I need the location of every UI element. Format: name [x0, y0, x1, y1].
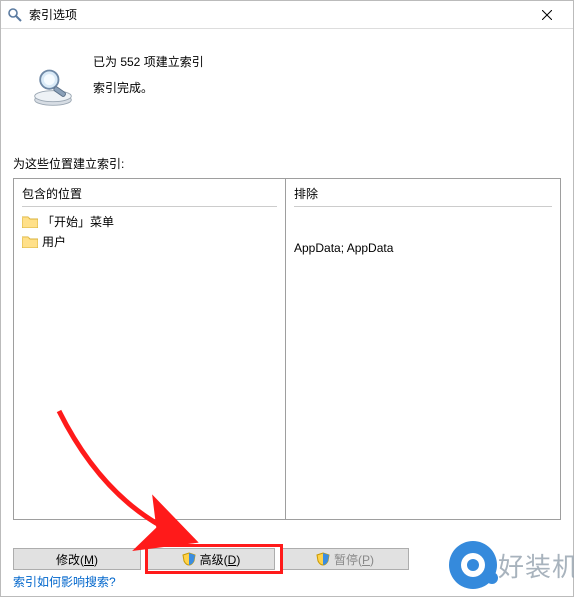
button-row: 修改(M) 高级(D) 暂停(P): [13, 548, 561, 570]
location-label: 用户: [42, 233, 66, 250]
shield-icon: [182, 552, 196, 566]
list-item[interactable]: 用户: [22, 231, 277, 251]
button-label: 暂停(P): [334, 551, 374, 568]
status-row: 已为 552 项建立索引 索引完成。: [13, 39, 561, 117]
modify-button[interactable]: 修改(M): [13, 548, 141, 570]
status-line-count: 已为 552 项建立索引: [93, 49, 204, 75]
close-icon: [542, 10, 552, 20]
folder-icon: [22, 215, 38, 228]
list-item[interactable]: 「开始」菜单: [22, 211, 277, 231]
window-icon: [7, 7, 23, 23]
exclude-values: AppData; AppData: [294, 211, 552, 255]
title-bar: 索引选项: [1, 1, 573, 29]
advanced-button[interactable]: 高级(D): [147, 548, 275, 570]
locations-section-label: 为这些位置建立索引:: [13, 155, 561, 172]
status-text: 已为 552 项建立索引 索引完成。: [93, 39, 204, 102]
included-locations-column: 包含的位置 「开始」菜单: [14, 179, 286, 519]
locations-list: 包含的位置 「开始」菜单: [13, 178, 561, 520]
folder-icon: [22, 235, 38, 248]
exclude-column: 排除 AppData; AppData: [286, 179, 560, 519]
window-title: 索引选项: [29, 6, 527, 23]
button-label: 修改(M): [56, 551, 98, 568]
indexing-options-window: 索引选项 已为 552 项建立索引 索引完成。: [0, 0, 574, 597]
button-label: 高级(D): [200, 551, 241, 568]
status-line-done: 索引完成。: [93, 75, 204, 101]
shield-icon: [316, 552, 330, 566]
index-status-icon: [13, 39, 93, 117]
exclude-header: 排除: [294, 183, 552, 207]
location-label: 「开始」菜单: [42, 213, 114, 230]
close-button[interactable]: [527, 2, 567, 28]
pause-button[interactable]: 暂停(P): [281, 548, 409, 570]
included-header: 包含的位置: [22, 183, 277, 207]
help-link[interactable]: 索引如何影响搜索?: [13, 573, 116, 590]
dialog-body: 已为 552 项建立索引 索引完成。 为这些位置建立索引: 包含的位置 「开始」…: [1, 29, 573, 520]
